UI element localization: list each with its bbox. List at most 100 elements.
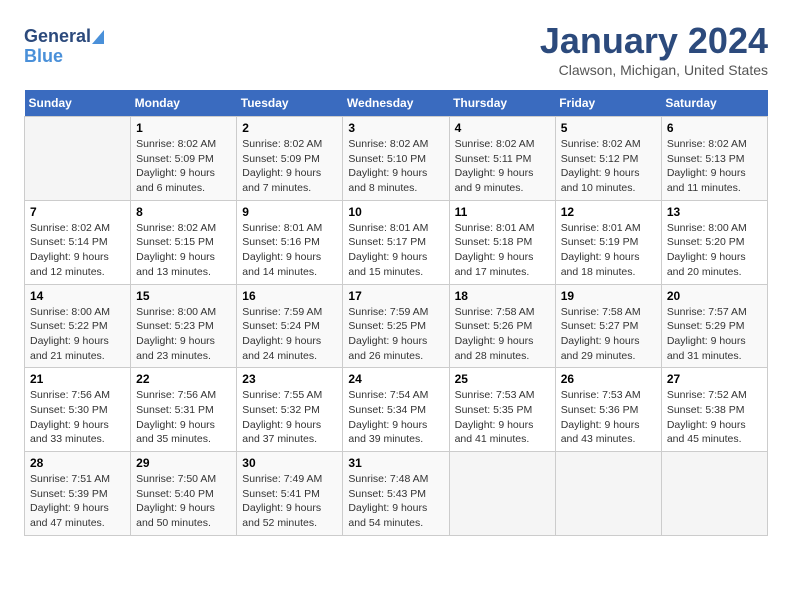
calendar-header-row: SundayMondayTuesdayWednesdayThursdayFrid… xyxy=(25,90,768,117)
day-info: Sunrise: 7:55 AM Sunset: 5:32 PM Dayligh… xyxy=(242,388,337,447)
calendar-cell xyxy=(661,452,767,536)
calendar-cell: 5 Sunrise: 8:02 AM Sunset: 5:12 PM Daylig… xyxy=(555,117,661,201)
day-number: 16 xyxy=(242,289,337,303)
calendar-cell: 23Sunrise: 7:55 AM Sunset: 5:32 PM Dayli… xyxy=(237,368,343,452)
day-info: Sunrise: 8:02 AM Sunset: 5:13 PM Dayligh… xyxy=(667,137,762,196)
day-info: Sunrise: 7:54 AM Sunset: 5:34 PM Dayligh… xyxy=(348,388,443,447)
day-number: 5 xyxy=(561,121,656,135)
day-header-saturday: Saturday xyxy=(661,90,767,117)
calendar-cell: 25 Sunrise: 7:53 AM Sunset: 5:35 PM Dayli… xyxy=(449,368,555,452)
day-number: 21 xyxy=(30,372,125,386)
calendar-cell: 2 Sunrise: 8:02 AM Sunset: 5:09 PM Daylig… xyxy=(237,117,343,201)
calendar-cell: 4Sunrise: 8:02 AM Sunset: 5:11 PM Daylig… xyxy=(449,117,555,201)
header: General Blue January 2024 Clawson, Michi… xyxy=(24,20,768,78)
day-number: 24 xyxy=(348,372,443,386)
day-info: Sunrise: 8:01 AM Sunset: 5:19 PM Dayligh… xyxy=(561,221,656,280)
day-number: 25 xyxy=(455,372,550,386)
day-info: Sunrise: 8:02 AM Sunset: 5:09 PM Dayligh… xyxy=(242,137,337,196)
day-info: Sunrise: 8:02 AM Sunset: 5:14 PM Dayligh… xyxy=(30,221,125,280)
day-number: 26 xyxy=(561,372,656,386)
calendar-cell: 8Sunrise: 8:02 AM Sunset: 5:15 PM Daylig… xyxy=(131,200,237,284)
calendar-cell: 31 Sunrise: 7:48 AM Sunset: 5:43 PM Dayli… xyxy=(343,452,449,536)
day-header-sunday: Sunday xyxy=(25,90,131,117)
calendar-cell: 24 Sunrise: 7:54 AM Sunset: 5:34 PM Dayli… xyxy=(343,368,449,452)
svg-text:General: General xyxy=(24,26,91,46)
day-info: Sunrise: 7:48 AM Sunset: 5:43 PM Dayligh… xyxy=(348,472,443,531)
calendar-cell: 30Sunrise: 7:49 AM Sunset: 5:41 PM Dayli… xyxy=(237,452,343,536)
day-info: Sunrise: 7:53 AM Sunset: 5:35 PM Dayligh… xyxy=(455,388,550,447)
day-header-monday: Monday xyxy=(131,90,237,117)
day-number: 12 xyxy=(561,205,656,219)
day-info: Sunrise: 8:00 AM Sunset: 5:22 PM Dayligh… xyxy=(30,305,125,364)
day-number: 28 xyxy=(30,456,125,470)
day-info: Sunrise: 8:00 AM Sunset: 5:20 PM Dayligh… xyxy=(667,221,762,280)
calendar-cell: 11 Sunrise: 8:01 AM Sunset: 5:18 PM Dayli… xyxy=(449,200,555,284)
day-info: Sunrise: 8:00 AM Sunset: 5:23 PM Dayligh… xyxy=(136,305,231,364)
calendar-week-1: 1 Sunrise: 8:02 AM Sunset: 5:09 PM Daylig… xyxy=(25,117,768,201)
calendar-cell: 28Sunrise: 7:51 AM Sunset: 5:39 PM Dayli… xyxy=(25,452,131,536)
day-number: 29 xyxy=(136,456,231,470)
svg-text:Blue: Blue xyxy=(24,46,63,66)
calendar-cell: 6 Sunrise: 8:02 AM Sunset: 5:13 PM Daylig… xyxy=(661,117,767,201)
day-number: 11 xyxy=(455,205,550,219)
day-number: 9 xyxy=(242,205,337,219)
calendar-cell: 7 Sunrise: 8:02 AM Sunset: 5:14 PM Daylig… xyxy=(25,200,131,284)
calendar-cell: 10Sunrise: 8:01 AM Sunset: 5:17 PM Dayli… xyxy=(343,200,449,284)
day-info: Sunrise: 7:52 AM Sunset: 5:38 PM Dayligh… xyxy=(667,388,762,447)
day-number: 13 xyxy=(667,205,762,219)
day-number: 2 xyxy=(242,121,337,135)
day-info: Sunrise: 8:02 AM Sunset: 5:10 PM Dayligh… xyxy=(348,137,443,196)
calendar-week-3: 14 Sunrise: 8:00 AM Sunset: 5:22 PM Dayli… xyxy=(25,284,768,368)
day-header-thursday: Thursday xyxy=(449,90,555,117)
day-info: Sunrise: 7:59 AM Sunset: 5:24 PM Dayligh… xyxy=(242,305,337,364)
day-number: 20 xyxy=(667,289,762,303)
day-info: Sunrise: 8:01 AM Sunset: 5:18 PM Dayligh… xyxy=(455,221,550,280)
day-info: Sunrise: 7:57 AM Sunset: 5:29 PM Dayligh… xyxy=(667,305,762,364)
calendar-week-5: 28Sunrise: 7:51 AM Sunset: 5:39 PM Dayli… xyxy=(25,452,768,536)
calendar-cell: 29 Sunrise: 7:50 AM Sunset: 5:40 PM Dayli… xyxy=(131,452,237,536)
day-info: Sunrise: 7:50 AM Sunset: 5:40 PM Dayligh… xyxy=(136,472,231,531)
calendar-cell: 18Sunrise: 7:58 AM Sunset: 5:26 PM Dayli… xyxy=(449,284,555,368)
day-info: Sunrise: 8:02 AM Sunset: 5:11 PM Dayligh… xyxy=(455,137,550,196)
day-info: Sunrise: 7:53 AM Sunset: 5:36 PM Dayligh… xyxy=(561,388,656,447)
day-header-wednesday: Wednesday xyxy=(343,90,449,117)
day-number: 7 xyxy=(30,205,125,219)
day-header-friday: Friday xyxy=(555,90,661,117)
day-number: 31 xyxy=(348,456,443,470)
day-number: 1 xyxy=(136,121,231,135)
calendar-cell: 21 Sunrise: 7:56 AM Sunset: 5:30 PM Dayli… xyxy=(25,368,131,452)
calendar-table: SundayMondayTuesdayWednesdayThursdayFrid… xyxy=(24,90,768,536)
day-info: Sunrise: 8:02 AM Sunset: 5:12 PM Dayligh… xyxy=(561,137,656,196)
day-info: Sunrise: 8:02 AM Sunset: 5:09 PM Dayligh… xyxy=(136,137,231,196)
day-info: Sunrise: 8:01 AM Sunset: 5:17 PM Dayligh… xyxy=(348,221,443,280)
calendar-cell: 14 Sunrise: 8:00 AM Sunset: 5:22 PM Dayli… xyxy=(25,284,131,368)
logo-svg: General Blue xyxy=(24,20,119,70)
calendar-week-4: 21 Sunrise: 7:56 AM Sunset: 5:30 PM Dayli… xyxy=(25,368,768,452)
calendar-cell: 17 Sunrise: 7:59 AM Sunset: 5:25 PM Dayli… xyxy=(343,284,449,368)
calendar-cell: 22 Sunrise: 7:56 AM Sunset: 5:31 PM Dayli… xyxy=(131,368,237,452)
day-number: 27 xyxy=(667,372,762,386)
calendar-cell: 9Sunrise: 8:01 AM Sunset: 5:16 PM Daylig… xyxy=(237,200,343,284)
day-number: 17 xyxy=(348,289,443,303)
title-area: January 2024 Clawson, Michigan, United S… xyxy=(540,20,768,78)
day-info: Sunrise: 7:56 AM Sunset: 5:30 PM Dayligh… xyxy=(30,388,125,447)
day-header-tuesday: Tuesday xyxy=(237,90,343,117)
day-number: 22 xyxy=(136,372,231,386)
subtitle: Clawson, Michigan, United States xyxy=(540,62,768,78)
calendar-cell: 19Sunrise: 7:58 AM Sunset: 5:27 PM Dayli… xyxy=(555,284,661,368)
main-title: January 2024 xyxy=(540,20,768,62)
day-info: Sunrise: 7:59 AM Sunset: 5:25 PM Dayligh… xyxy=(348,305,443,364)
day-number: 15 xyxy=(136,289,231,303)
day-info: Sunrise: 7:49 AM Sunset: 5:41 PM Dayligh… xyxy=(242,472,337,531)
day-info: Sunrise: 7:56 AM Sunset: 5:31 PM Dayligh… xyxy=(136,388,231,447)
calendar-cell xyxy=(449,452,555,536)
calendar-cell: 16 Sunrise: 7:59 AM Sunset: 5:24 PM Dayli… xyxy=(237,284,343,368)
day-number: 6 xyxy=(667,121,762,135)
day-number: 8 xyxy=(136,205,231,219)
calendar-cell: 20 Sunrise: 7:57 AM Sunset: 5:29 PM Dayli… xyxy=(661,284,767,368)
calendar-week-2: 7 Sunrise: 8:02 AM Sunset: 5:14 PM Daylig… xyxy=(25,200,768,284)
day-number: 14 xyxy=(30,289,125,303)
calendar-cell xyxy=(555,452,661,536)
day-info: Sunrise: 7:58 AM Sunset: 5:26 PM Dayligh… xyxy=(455,305,550,364)
calendar-cell: 13 Sunrise: 8:00 AM Sunset: 5:20 PM Dayli… xyxy=(661,200,767,284)
